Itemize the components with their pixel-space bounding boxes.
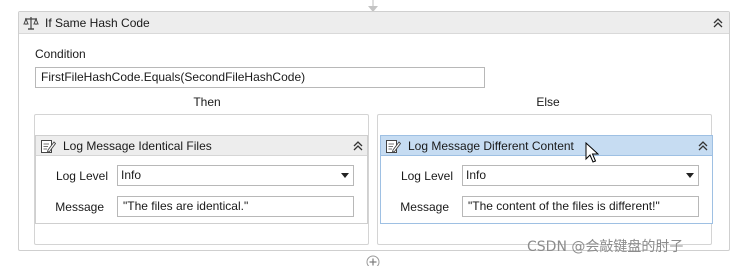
log-message-identical-activity[interactable]: Log Message Identical Files Log Level In… bbox=[35, 135, 368, 224]
then-label: Then bbox=[193, 95, 221, 109]
collapse-icon[interactable] bbox=[696, 139, 710, 153]
condition-input[interactable]: FirstFileHashCode.Equals(SecondFileHashC… bbox=[35, 67, 485, 88]
condition-label: Condition bbox=[35, 47, 86, 61]
dropdown-arrow-icon[interactable] bbox=[341, 173, 349, 178]
scale-balance-icon bbox=[23, 17, 39, 30]
log-level-value: Info bbox=[466, 168, 487, 182]
log-message-icon bbox=[386, 140, 401, 153]
message-input[interactable]: "The content of the files is different!" bbox=[462, 196, 699, 217]
collapse-icon[interactable] bbox=[711, 16, 725, 30]
then-activity-title: Log Message Identical Files bbox=[63, 139, 212, 153]
if-activity[interactable]: If Same Hash Code Condition FirstFileHas… bbox=[18, 11, 730, 251]
message-label: Message bbox=[400, 200, 449, 214]
log-level-select[interactable]: Info bbox=[462, 165, 699, 186]
else-activity-header[interactable]: Log Message Different Content bbox=[381, 136, 712, 156]
log-level-label: Log Level bbox=[55, 169, 108, 183]
else-activity-title: Log Message Different Content bbox=[408, 139, 574, 153]
message-input[interactable]: "The files are identical." bbox=[117, 196, 354, 217]
if-activity-header[interactable]: If Same Hash Code bbox=[19, 12, 729, 34]
log-message-different-activity[interactable]: Log Message Different Content Log Level … bbox=[380, 135, 713, 224]
log-level-select[interactable]: Info bbox=[117, 165, 354, 186]
log-level-value: Info bbox=[121, 168, 142, 182]
watermark: CSDN @会敲键盘的肘子 bbox=[527, 239, 684, 255]
dropdown-arrow-icon[interactable] bbox=[686, 173, 694, 178]
then-activity-header[interactable]: Log Message Identical Files bbox=[36, 136, 367, 156]
add-activity-icon[interactable] bbox=[366, 255, 380, 266]
message-label: Message bbox=[55, 200, 104, 214]
else-branch[interactable]: Log Message Different Content Log Level … bbox=[377, 114, 713, 245]
else-label: Else bbox=[536, 95, 560, 109]
log-level-label: Log Level bbox=[400, 169, 453, 183]
collapse-icon[interactable] bbox=[351, 139, 365, 153]
log-message-icon bbox=[41, 140, 56, 153]
mouse-cursor-icon bbox=[585, 142, 599, 163]
if-activity-title: If Same Hash Code bbox=[45, 16, 150, 30]
then-branch[interactable]: Log Message Identical Files Log Level In… bbox=[34, 114, 369, 245]
